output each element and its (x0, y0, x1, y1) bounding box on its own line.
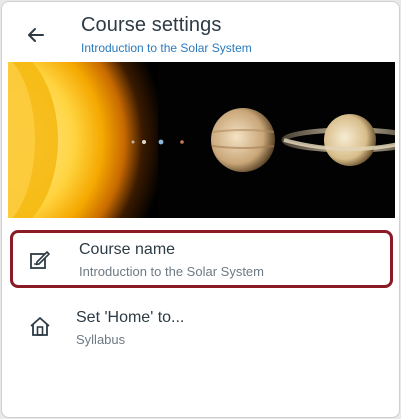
setting-home-page[interactable]: Set 'Home' to... Syllabus (10, 298, 393, 356)
header: Course settings Introduction to the Sola… (2, 2, 399, 62)
setting-label: Set 'Home' to... (76, 309, 185, 326)
course-subtitle: Introduction to the Solar System (81, 41, 252, 55)
setting-value: Syllabus (76, 332, 126, 347)
course-banner-image (8, 62, 395, 218)
back-arrow-icon (28, 28, 44, 42)
page-title: Course settings (81, 14, 222, 36)
solar-system-illustration (8, 62, 395, 218)
back-button[interactable] (21, 20, 51, 50)
setting-value: Introduction to the Solar System (79, 264, 264, 279)
setting-label: Course name (79, 241, 176, 258)
setting-course-name[interactable]: Course name Introduction to the Solar Sy… (10, 230, 393, 288)
home-icon (30, 317, 50, 336)
edit-icon (30, 251, 50, 269)
app-window: Course settings Introduction to the Sola… (1, 1, 400, 418)
